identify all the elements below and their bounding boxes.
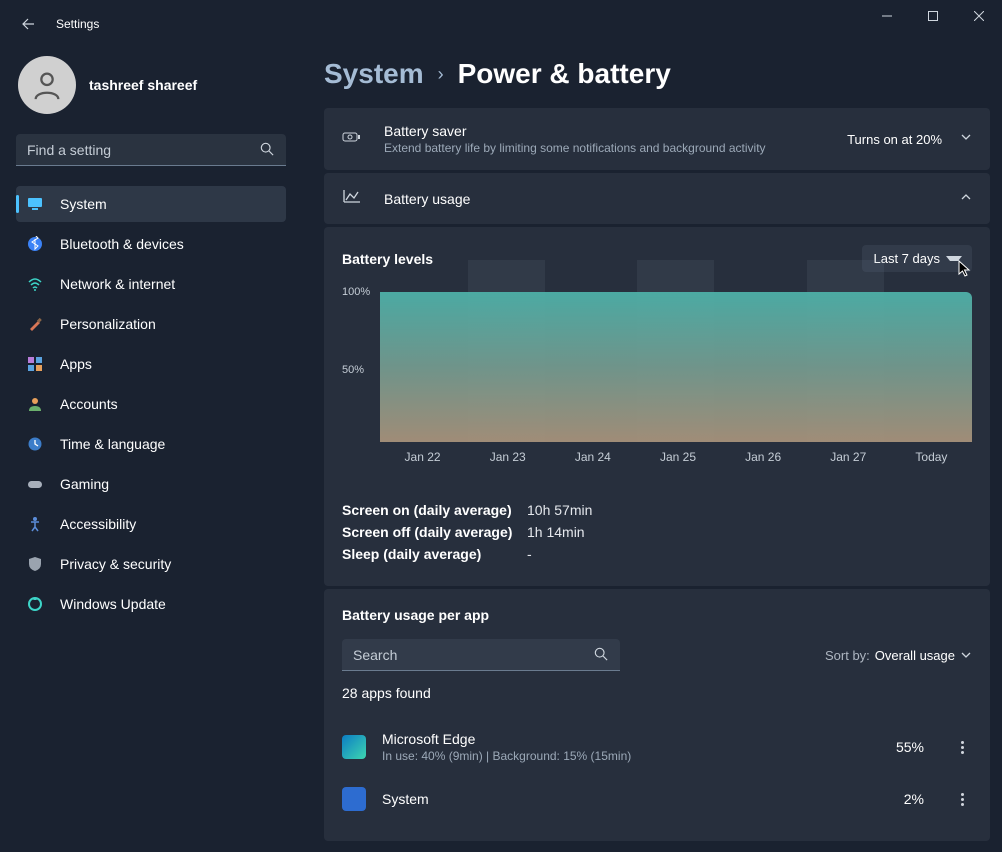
- edge-icon: [342, 735, 366, 759]
- sidebar-item-accounts[interactable]: Accounts: [16, 386, 286, 422]
- person-icon: [27, 396, 43, 412]
- app-name: Microsoft Edge: [382, 731, 896, 747]
- user-name: tashreef shareef: [89, 77, 197, 93]
- search-input[interactable]: [16, 134, 286, 166]
- search-icon: [260, 142, 274, 161]
- sidebar-item-label: Bluetooth & devices: [60, 236, 184, 252]
- sidebar-item-label: Time & language: [60, 436, 165, 452]
- app-row-edge[interactable]: Microsoft Edge In use: 40% (9min) | Back…: [342, 719, 972, 775]
- breadcrumb: System › Power & battery: [324, 58, 990, 90]
- shield-icon: [27, 556, 43, 572]
- close-button[interactable]: [956, 0, 1002, 32]
- sidebar: tashreef shareef System Bluetooth & devi…: [0, 48, 300, 852]
- sidebar-item-bluetooth[interactable]: Bluetooth & devices: [16, 226, 286, 262]
- breadcrumb-parent[interactable]: System: [324, 58, 424, 90]
- screen-off-value: 1h 14min: [527, 524, 585, 540]
- sidebar-item-label: Apps: [60, 356, 92, 372]
- sidebar-item-time[interactable]: Time & language: [16, 426, 286, 462]
- sort-by-dropdown[interactable]: Sort by: Overall usage: [825, 648, 972, 663]
- maximize-icon: [928, 11, 938, 21]
- update-icon: [27, 596, 43, 612]
- sidebar-item-personalization[interactable]: Personalization: [16, 306, 286, 342]
- x-tick: Jan 24: [575, 450, 611, 464]
- app-row-system[interactable]: System 2%: [342, 775, 972, 823]
- sidebar-item-label: System: [60, 196, 107, 212]
- more-button[interactable]: [952, 741, 972, 754]
- battery-usage-card[interactable]: Battery usage: [324, 173, 990, 224]
- sleep-value: -: [527, 546, 532, 562]
- avatar: [18, 56, 76, 114]
- x-tick: Today: [915, 450, 947, 464]
- bluetooth-icon: [27, 236, 43, 252]
- close-icon: [974, 11, 984, 21]
- apps-icon: [27, 356, 43, 372]
- app-percentage: 2%: [904, 791, 924, 807]
- chart-area-fill: [380, 292, 972, 442]
- minimize-icon: [882, 11, 892, 21]
- x-tick: Jan 23: [490, 450, 526, 464]
- screen-off-label: Screen off (daily average): [342, 524, 527, 540]
- app-name: System: [382, 791, 904, 807]
- app-detail: In use: 40% (9min) | Background: 15% (15…: [382, 749, 896, 763]
- monitor-icon: [27, 196, 43, 212]
- sidebar-item-system[interactable]: System: [16, 186, 286, 222]
- card-title: Battery saver: [384, 123, 847, 139]
- sidebar-item-label: Accessibility: [60, 516, 136, 532]
- battery-saver-status: Turns on at 20%: [847, 132, 942, 147]
- sidebar-item-label: Privacy & security: [60, 556, 171, 572]
- sidebar-item-accessibility[interactable]: Accessibility: [16, 506, 286, 542]
- x-tick: Jan 22: [405, 450, 441, 464]
- sidebar-item-gaming[interactable]: Gaming: [16, 466, 286, 502]
- screen-on-value: 10h 57min: [527, 502, 592, 518]
- x-tick: Jan 25: [660, 450, 696, 464]
- per-app-title: Battery usage per app: [342, 607, 972, 623]
- brush-icon: [27, 316, 43, 332]
- x-tick: Jan 26: [745, 450, 781, 464]
- more-button[interactable]: [952, 793, 972, 806]
- system-icon: [342, 787, 366, 811]
- y-tick-100: 100%: [342, 286, 370, 298]
- user-profile[interactable]: tashreef shareef: [16, 56, 300, 114]
- sidebar-item-apps[interactable]: Apps: [16, 346, 286, 382]
- sidebar-item-label: Personalization: [60, 316, 156, 332]
- chevron-up-icon: [960, 190, 972, 208]
- sidebar-item-label: Accounts: [60, 396, 118, 412]
- battery-levels-chart: 100% 50% Jan 22 Jan 23: [342, 292, 972, 472]
- app-percentage: 55%: [896, 739, 924, 755]
- back-arrow-icon: [20, 16, 36, 32]
- x-tick: Jan 27: [830, 450, 866, 464]
- apps-count: 28 apps found: [342, 685, 972, 701]
- card-title: Battery usage: [384, 191, 960, 207]
- screen-on-label: Screen on (daily average): [342, 502, 527, 518]
- back-button[interactable]: [18, 14, 38, 34]
- sidebar-item-update[interactable]: Windows Update: [16, 586, 286, 622]
- chevron-down-icon: [960, 130, 972, 148]
- sidebar-item-network[interactable]: Network & internet: [16, 266, 286, 302]
- gamepad-icon: [27, 476, 43, 492]
- wifi-icon: [27, 276, 43, 292]
- sidebar-item-label: Network & internet: [60, 276, 175, 292]
- sidebar-item-privacy[interactable]: Privacy & security: [16, 546, 286, 582]
- sidebar-item-label: Windows Update: [60, 596, 166, 612]
- app-search-input[interactable]: [342, 639, 620, 671]
- person-icon: [30, 68, 64, 102]
- clock-icon: [27, 436, 43, 452]
- card-subtitle: Extend battery life by limiting some not…: [384, 141, 847, 155]
- maximize-button[interactable]: [910, 0, 956, 32]
- page-title: Power & battery: [458, 58, 671, 90]
- sidebar-item-label: Gaming: [60, 476, 109, 492]
- battery-saver-icon: [342, 129, 362, 150]
- battery-saver-card[interactable]: Battery saver Extend battery life by lim…: [324, 108, 990, 170]
- y-tick-50: 50%: [342, 364, 364, 376]
- window-title: Settings: [56, 17, 99, 31]
- chart-icon: [342, 188, 362, 209]
- accessibility-icon: [27, 516, 43, 532]
- search-icon: [594, 647, 608, 666]
- chevron-down-icon: [960, 649, 972, 661]
- minimize-button[interactable]: [864, 0, 910, 32]
- sleep-label: Sleep (daily average): [342, 546, 527, 562]
- chevron-right-icon: ›: [438, 64, 444, 85]
